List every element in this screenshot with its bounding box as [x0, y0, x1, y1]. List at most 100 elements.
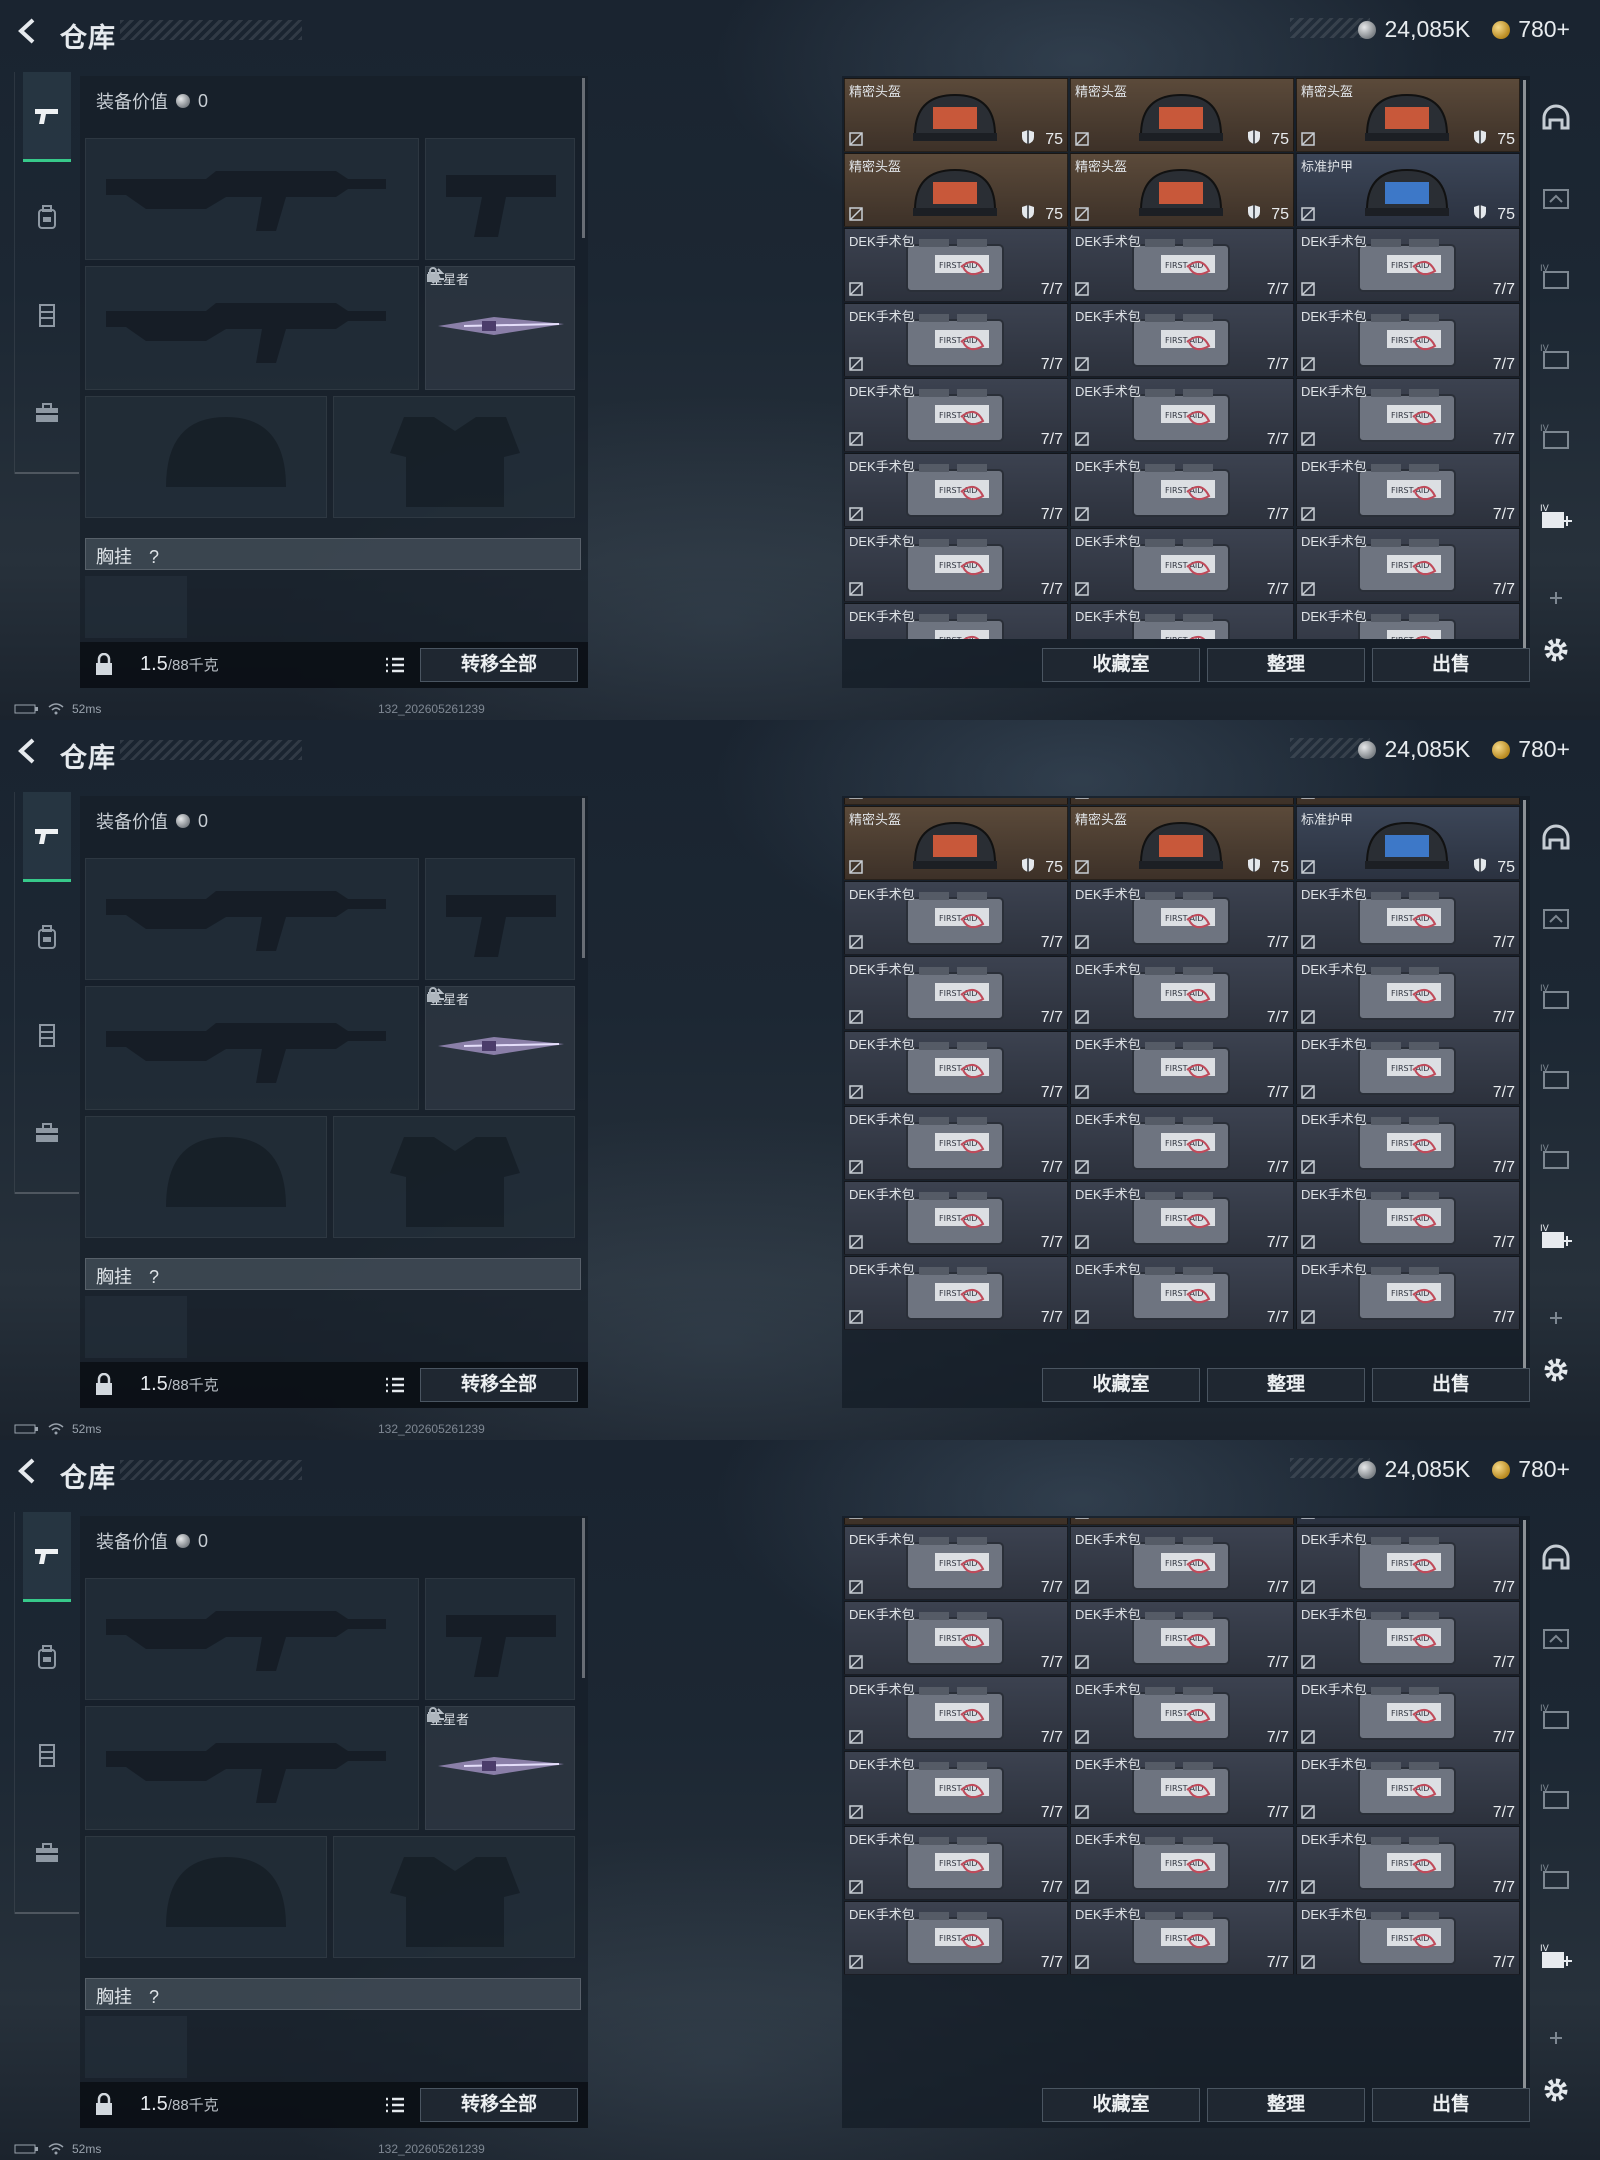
inventory-cell[interactable]: 标准护甲 75	[1296, 805, 1520, 880]
primary-weapon-slot[interactable]	[85, 138, 419, 260]
helmet-icon[interactable]	[1538, 100, 1574, 136]
equipment-scrollbar[interactable]	[582, 78, 585, 238]
case-icon[interactable]	[1538, 1620, 1574, 1656]
currency-display[interactable]: 24,085K 780+	[1358, 736, 1570, 763]
case-iv-add-icon[interactable]: IV	[1538, 1220, 1574, 1256]
plus-icon[interactable]	[1538, 1300, 1574, 1336]
inventory-cell[interactable]: FIRST-AIDDEK手术包7/7	[1070, 378, 1294, 452]
inventory-cell[interactable]: FIRST-AIDDEK手术包7/7	[1296, 528, 1520, 602]
currency-display[interactable]: 24,085K 780+	[1358, 1456, 1570, 1483]
transfer-all-button[interactable]: 转移全部	[420, 648, 578, 682]
inventory-cell[interactable]: 精密头盔75	[844, 798, 1068, 805]
help-icon[interactable]: ?	[149, 1987, 159, 2007]
sell-button[interactable]: 出售	[1372, 1368, 1530, 1402]
help-icon[interactable]: ?	[149, 1267, 159, 1287]
inventory-cell[interactable]: FIRST-AIDDEK手术包7/7	[1070, 528, 1294, 602]
case-iv-icon[interactable]: IV	[1538, 260, 1574, 296]
collection-room-button[interactable]: 收藏室	[1042, 1368, 1200, 1402]
inventory-cell[interactable]: FIRST-AIDDEK手术包7/7	[844, 228, 1068, 302]
nav-item-backpack[interactable]	[23, 892, 71, 982]
plus-icon[interactable]	[1538, 580, 1574, 616]
inventory-cell[interactable]: FIRST-AIDDEK手术包7/7	[844, 1600, 1068, 1675]
collection-room-button[interactable]: 收藏室	[1042, 2088, 1200, 2122]
inventory-cell[interactable]: FIRST-AIDDEK手术包7/7	[1296, 378, 1520, 452]
inventory-cell[interactable]: FIRST-AIDDEK手术包7/7	[844, 1255, 1068, 1330]
pistol-slot[interactable]	[425, 1578, 575, 1700]
inventory-cell[interactable]: FIRST-AIDDEK手术包7/7	[1070, 603, 1294, 639]
inventory-cell[interactable]: FIRST-AIDDEK手术包7/7	[844, 1105, 1068, 1180]
melee-slot[interactable]: 坠星者	[425, 1706, 575, 1830]
collection-room-button[interactable]: 收藏室	[1042, 648, 1200, 682]
inventory-cell[interactable]: FIRST-AIDDEK手术包7/7	[1070, 1750, 1294, 1825]
nav-item-vest[interactable]	[23, 1710, 71, 1800]
list-icon[interactable]	[380, 653, 410, 677]
gear-icon[interactable]	[1538, 2072, 1574, 2108]
chest-rig-slot[interactable]	[85, 576, 187, 638]
inventory-cell[interactable]: FIRST-AIDDEK手术包7/7	[1296, 1525, 1520, 1600]
helmet-slot[interactable]	[85, 1116, 327, 1238]
inventory-cell[interactable]: FIRST-AIDDEK手术包7/7	[844, 453, 1068, 527]
case-iv-icon[interactable]: IV	[1538, 1700, 1574, 1736]
inventory-cell[interactable]: FIRST-AIDDEK手术包7/7	[1070, 955, 1294, 1030]
list-icon[interactable]	[380, 2093, 410, 2117]
list-icon[interactable]	[380, 1373, 410, 1397]
chest-rig-slot[interactable]	[85, 2016, 187, 2078]
melee-slot[interactable]: 坠星者	[425, 266, 575, 390]
nav-item-toolbox[interactable]	[23, 368, 71, 458]
inventory-cell[interactable]: FIRST-AIDDEK手术包7/7	[844, 955, 1068, 1030]
nav-item-weapons[interactable]	[23, 72, 71, 162]
lock-icon[interactable]	[94, 653, 114, 677]
chest-rig-bar[interactable]: 胸挂 ?	[85, 538, 581, 570]
case-icon[interactable]	[1538, 180, 1574, 216]
pistol-slot[interactable]	[425, 138, 575, 260]
inventory-cell[interactable]: FIRST-AIDDEK手术包7/7	[1296, 453, 1520, 527]
case-iv-icon[interactable]: IV	[1538, 1780, 1574, 1816]
inventory-cell[interactable]: FIRST-AIDDEK手术包7/7	[1296, 1030, 1520, 1105]
armor-slot[interactable]	[333, 1116, 575, 1238]
transfer-all-button[interactable]: 转移全部	[420, 2088, 578, 2122]
case-iv-icon[interactable]: IV	[1538, 340, 1574, 376]
secondary-weapon-slot[interactable]	[85, 266, 419, 390]
help-icon[interactable]: ?	[149, 547, 159, 567]
inventory-scrollbar[interactable]	[1523, 1520, 1526, 2120]
helmet-slot[interactable]	[85, 396, 327, 518]
chest-rig-bar[interactable]: 胸挂 ?	[85, 1978, 581, 2010]
inventory-cell[interactable]: FIRST-AIDDEK手术包7/7	[1296, 1750, 1520, 1825]
inventory-cell[interactable]: FIRST-AIDDEK手术包7/7	[1296, 1180, 1520, 1255]
secondary-weapon-slot[interactable]	[85, 1706, 419, 1830]
inventory-cell[interactable]: 精密头盔75	[1070, 798, 1294, 805]
nav-item-vest[interactable]	[23, 990, 71, 1080]
inventory-cell[interactable]: FIRST-AIDDEK手术包7/7	[1070, 453, 1294, 527]
inventory-cell[interactable]: FIRST-AIDDEK手术包7/7	[1296, 1900, 1520, 1975]
inventory-scrollbar[interactable]	[1523, 80, 1526, 680]
helmet-slot[interactable]	[85, 1836, 327, 1958]
inventory-cell[interactable]: FIRST-AIDDEK手术包7/7	[844, 528, 1068, 602]
case-iv-add-icon[interactable]: IV	[1538, 500, 1574, 536]
nav-item-vest[interactable]	[23, 270, 71, 360]
chest-rig-slot[interactable]	[85, 1296, 187, 1358]
sort-button[interactable]: 整理	[1207, 648, 1365, 682]
back-arrow-icon[interactable]	[16, 1458, 38, 1484]
currency-display[interactable]: 24,085K 780+	[1358, 16, 1570, 43]
inventory-cell[interactable]: 精密头盔75	[1070, 805, 1294, 880]
nav-item-weapons[interactable]	[23, 1512, 71, 1602]
sell-button[interactable]: 出售	[1372, 2088, 1530, 2122]
inventory-cell[interactable]: FIRST-AIDDEK手术包7/7	[844, 1675, 1068, 1750]
case-iv-icon[interactable]: IV	[1538, 1060, 1574, 1096]
inventory-cell[interactable]: FIRST-AIDDEK手术包7/7	[844, 378, 1068, 452]
inventory-cell[interactable]: FIRST-AIDDEK手术包7/7	[1070, 1600, 1294, 1675]
inventory-cell[interactable]: FIRST-AIDDEK手术包7/7	[1070, 1255, 1294, 1330]
lock-icon[interactable]	[94, 1373, 114, 1397]
sell-button[interactable]: 出售	[1372, 648, 1530, 682]
inventory-cell[interactable]: FIRST-AIDDEK手术包7/7	[844, 1525, 1068, 1600]
case-icon[interactable]	[1538, 900, 1574, 936]
inventory-cell[interactable]: FIRST-AIDDEK手术包7/7	[1296, 1825, 1520, 1900]
inventory-cell[interactable]: FIRST-AIDDEK手术包7/7	[844, 303, 1068, 377]
melee-slot[interactable]: 坠星者	[425, 986, 575, 1110]
inventory-cell[interactable]: FIRST-AIDDEK手术包7/7	[1296, 303, 1520, 377]
inventory-cell[interactable]: FIRST-AIDDEK手术包7/7	[1296, 228, 1520, 302]
armor-slot[interactable]	[333, 396, 575, 518]
back-arrow-icon[interactable]	[16, 18, 38, 44]
case-iv-icon[interactable]: IV	[1538, 1860, 1574, 1896]
inventory-cell[interactable]: 精密头盔75	[1296, 798, 1520, 805]
